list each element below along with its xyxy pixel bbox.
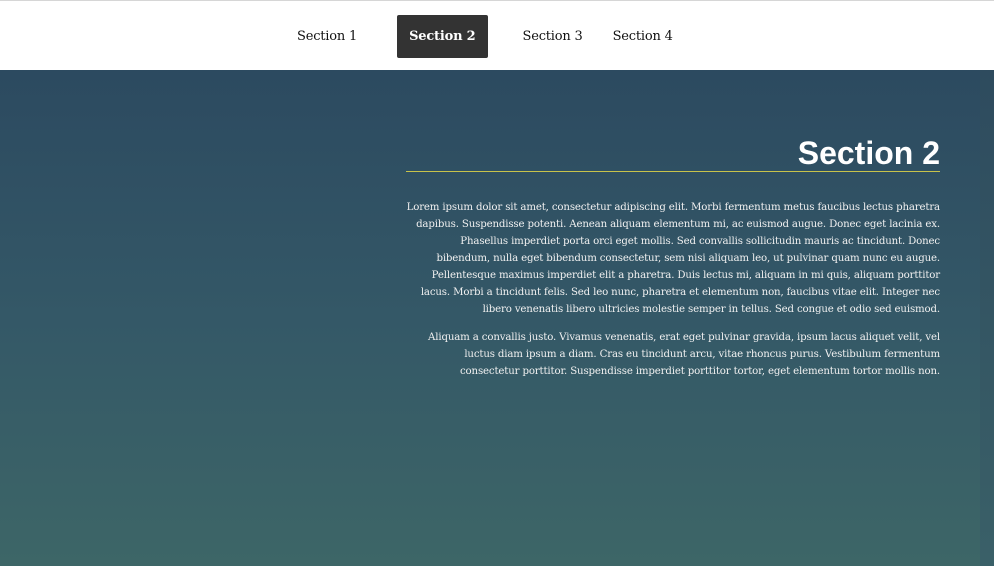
- page-scroll-edge: [980, 70, 994, 566]
- section-title: Section 2: [797, 135, 940, 171]
- section-content: Section 2 Lorem ipsum dolor sit amet, co…: [406, 135, 940, 380]
- nav-tab-section-4[interactable]: Section 4: [598, 15, 688, 58]
- top-navigation-bar: Section 1 Section 2 Section 3 Section 4: [0, 0, 994, 70]
- nav-tab-section-3[interactable]: Section 3: [508, 15, 598, 58]
- nav-tab-section-2[interactable]: Section 2: [397, 15, 488, 58]
- title-underline: [406, 171, 940, 172]
- section-paragraph-2: Aliquam a convallis justo. Vivamus venen…: [428, 332, 940, 377]
- section-paragraph-1: Lorem ipsum dolor sit amet, consectetur …: [406, 202, 941, 315]
- nav-tab-section-1[interactable]: Section 1: [282, 15, 372, 58]
- section-nav: Section 1 Section 2 Section 3 Section 4: [282, 15, 688, 58]
